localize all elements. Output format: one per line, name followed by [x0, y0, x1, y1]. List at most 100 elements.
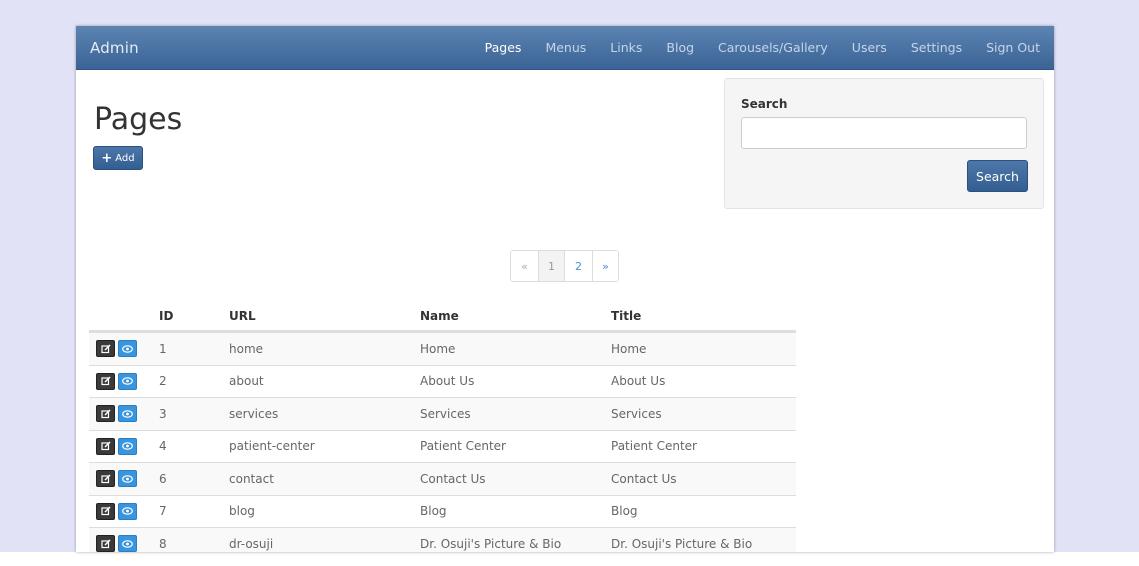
cell-url: dr-osuji [229, 536, 274, 551]
add-button-label: Add [115, 152, 135, 164]
nav-links: Pages Menus Links Blog Carousels/Gallery… [485, 40, 1040, 55]
row-actions [89, 502, 159, 520]
edit-button[interactable] [96, 470, 115, 488]
brand-link[interactable]: Admin [90, 39, 139, 57]
edit-button[interactable] [96, 437, 115, 455]
title-header: Title [611, 309, 642, 323]
nav-menus[interactable]: Menus [545, 40, 586, 55]
cell-name: Services [420, 406, 471, 421]
url-header: URL [229, 309, 256, 323]
edit-icon [100, 506, 111, 516]
edit-icon [100, 409, 111, 418]
nav-links-item[interactable]: Links [610, 40, 642, 55]
cell-name: Dr. Osuji's Picture & Bio [420, 536, 562, 551]
cell-title: Home [611, 341, 647, 356]
cell-id: 3 [159, 406, 167, 421]
row-actions [89, 535, 159, 552]
cell-title: Patient Center [611, 439, 697, 454]
cell-url: home [229, 341, 264, 356]
edit-icon [100, 474, 111, 483]
view-button[interactable] [118, 405, 137, 423]
cell-title: About Us [611, 374, 666, 389]
cell-id: 6 [159, 471, 167, 486]
row-actions [89, 437, 159, 455]
edit-icon [100, 344, 111, 353]
edit-button[interactable] [96, 535, 115, 552]
table-row: 4 patient-center Patient Center Patient … [89, 429, 796, 463]
table-row: 1 home Home Home [89, 332, 796, 365]
edit-button[interactable] [96, 340, 115, 358]
nav-carousels-gallery[interactable]: Carousels/Gallery [718, 40, 828, 55]
table-row: 7 blog Blog Blog [89, 494, 796, 528]
cell-title: Blog [611, 504, 638, 519]
eye-icon [122, 409, 133, 418]
cell-name: Home [420, 341, 456, 356]
table-header: ID URL Name Title [89, 302, 796, 332]
row-actions [89, 340, 159, 358]
cell-title: Services [611, 406, 662, 421]
cell-id: 7 [159, 504, 167, 519]
cell-url: contact [229, 471, 274, 486]
cell-title: Dr. Osuji's Picture & Bio [611, 536, 753, 551]
edit-button[interactable] [96, 372, 115, 390]
eye-icon [122, 442, 133, 451]
page-footer-band [0, 552, 1139, 566]
pagination-prev[interactable]: « [511, 251, 538, 281]
pages-table: ID URL Name Title 1 home Home Home 2 abo… [89, 302, 796, 552]
table-body: 1 home Home Home 2 about About Us About … [89, 332, 796, 552]
nav-sign-out[interactable]: Sign Out [986, 40, 1040, 55]
pagination-next[interactable]: » [592, 251, 618, 281]
edit-button[interactable] [96, 405, 115, 423]
search-button[interactable]: Search [967, 160, 1028, 192]
edit-icon [100, 539, 111, 548]
view-button[interactable] [118, 372, 137, 390]
view-button[interactable] [118, 470, 137, 488]
eye-icon [122, 474, 133, 483]
edit-icon [100, 441, 111, 451]
cell-id: 2 [159, 374, 167, 389]
eye-icon [122, 344, 133, 353]
table-row: 3 services Services Services [89, 397, 796, 430]
search-input[interactable] [741, 117, 1027, 149]
plus-icon: + [101, 150, 113, 166]
nav-users[interactable]: Users [852, 40, 887, 55]
cell-url: services [229, 406, 279, 421]
pagination: « 1 2 » [510, 250, 619, 282]
cell-name: Patient Center [420, 439, 506, 454]
cell-title: Contact Us [611, 471, 677, 486]
edit-icon [100, 376, 111, 386]
view-button[interactable] [118, 340, 137, 358]
cell-id: 4 [159, 439, 167, 454]
eye-icon [122, 377, 133, 386]
row-actions [89, 470, 159, 488]
view-button[interactable] [118, 502, 137, 520]
cell-id: 1 [159, 341, 167, 356]
cell-name: About Us [420, 374, 475, 389]
nav-blog[interactable]: Blog [666, 40, 694, 55]
view-button[interactable] [118, 437, 137, 455]
id-header: ID [159, 309, 174, 323]
table-row: 2 about About Us About Us [89, 364, 796, 398]
cell-name: Contact Us [420, 471, 486, 486]
search-label: Search [741, 97, 788, 111]
edit-button[interactable] [96, 502, 115, 520]
view-button[interactable] [118, 535, 137, 552]
top-navbar: Admin Pages Menus Links Blog Carousels/G… [76, 26, 1054, 70]
add-page-button[interactable]: + Add [93, 146, 143, 170]
search-panel: Search Search [724, 78, 1044, 209]
table-row: 8 dr-osuji Dr. Osuji's Picture & Bio Dr.… [89, 527, 796, 552]
page-title: Pages [94, 102, 183, 137]
admin-window: Admin Pages Menus Links Blog Carousels/G… [76, 26, 1054, 552]
pagination-page-2[interactable]: 2 [564, 251, 592, 281]
pagination-page-1[interactable]: 1 [538, 251, 564, 281]
name-header: Name [420, 309, 459, 323]
eye-icon [122, 539, 133, 548]
nav-pages[interactable]: Pages [485, 40, 522, 55]
row-actions [89, 372, 159, 390]
nav-settings[interactable]: Settings [911, 40, 962, 55]
cell-name: Blog [420, 504, 447, 519]
cell-url: about [229, 374, 264, 389]
cell-url: blog [229, 504, 255, 519]
cell-id: 8 [159, 536, 167, 551]
eye-icon [122, 507, 133, 516]
